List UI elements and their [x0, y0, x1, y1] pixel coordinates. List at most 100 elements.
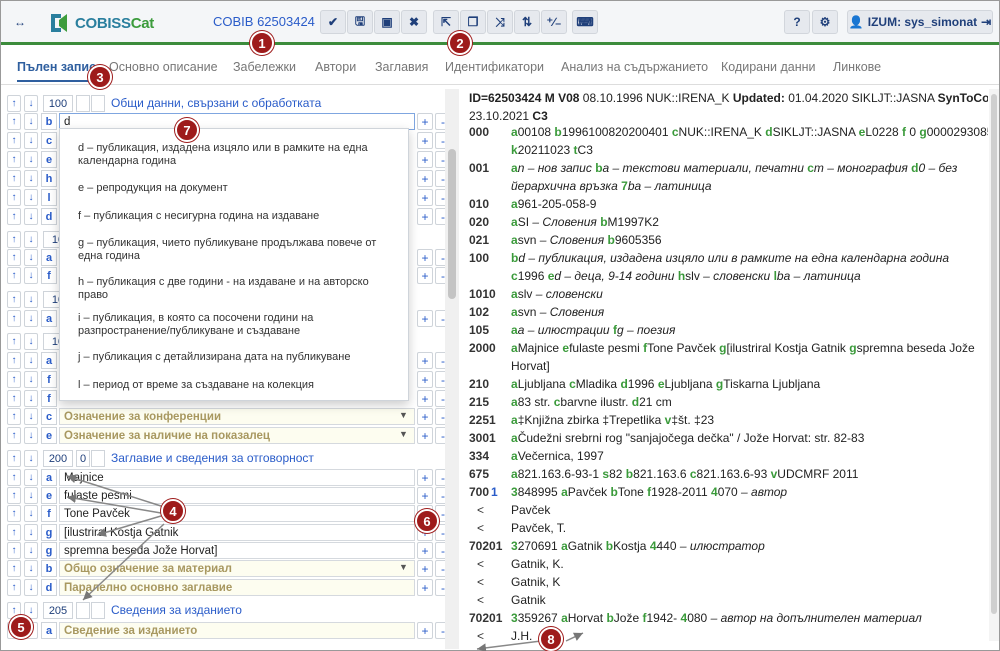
add-button[interactable]: + [417, 542, 433, 559]
dropdown-option[interactable]: i – публикация, в която са посочени годи… [78, 312, 398, 338]
move-up-icon[interactable]: ↑ [7, 427, 21, 444]
move-down-icon[interactable]: ↓ [24, 524, 38, 541]
move-down-icon[interactable]: ↓ [24, 170, 38, 187]
move-down-icon[interactable]: ↓ [24, 333, 38, 350]
indicator-2[interactable] [91, 450, 105, 467]
move-up-icon[interactable]: ↑ [7, 267, 21, 284]
dropdown-option[interactable]: j – публикация с детайлизирана дата на п… [78, 351, 398, 364]
material-designation-select[interactable]: Общо означение за материал [59, 560, 415, 577]
dropdown-option[interactable]: f – публикация с несигурна година на изд… [78, 210, 398, 223]
move-down-icon[interactable]: ↓ [24, 231, 38, 248]
dropdown-option[interactable]: e – репродукция на документ [78, 182, 398, 195]
move-up-icon[interactable]: ↑ [7, 231, 21, 248]
tab-content-analysis[interactable]: Анализ на съдържанието [561, 60, 708, 74]
expand-icon[interactable]: ↔ [5, 10, 35, 34]
keyboard-icon[interactable]: ⌨ [572, 10, 598, 34]
add-button[interactable]: + [417, 560, 433, 577]
add-button[interactable]: + [417, 151, 433, 168]
move-down-icon[interactable]: ↓ [24, 390, 38, 407]
indicator-1[interactable] [76, 95, 90, 112]
move-up-icon[interactable]: ↑ [7, 542, 21, 559]
move-up-icon[interactable]: ↑ [7, 151, 21, 168]
move-down-icon[interactable]: ↓ [24, 189, 38, 206]
tab-basic-description[interactable]: Основно описание [109, 60, 218, 74]
editor-scrollbar[interactable] [445, 89, 459, 649]
tab-notes[interactable]: Забележки [233, 60, 296, 74]
add-button[interactable]: + [417, 267, 433, 284]
check-icon[interactable]: ✔ [320, 10, 346, 34]
percent-icon[interactable]: ⁺∕₋ [541, 10, 567, 34]
add-button[interactable]: + [417, 622, 433, 639]
move-up-icon[interactable]: ↑ [7, 560, 21, 577]
settings-icon[interactable]: ⚙ [812, 10, 838, 34]
index-indicator-select[interactable]: Означение за наличие на показалец [59, 427, 415, 444]
subfield-value-input[interactable]: [ilustriral Kostja Gatnik [59, 524, 415, 541]
move-down-icon[interactable]: ↓ [24, 408, 38, 425]
move-down-icon[interactable]: ↓ [24, 310, 38, 327]
add-button[interactable]: + [417, 352, 433, 369]
add-button[interactable]: + [417, 390, 433, 407]
tab-identifiers[interactable]: Идентификатори [445, 60, 544, 74]
move-up-icon[interactable]: ↑ [7, 291, 21, 308]
scrollbar-thumb[interactable] [448, 149, 456, 299]
move-up-icon[interactable]: ↑ [7, 95, 21, 112]
dropdown-option[interactable]: h – публикация с две години - на издаван… [78, 276, 398, 302]
move-up-icon[interactable]: ↑ [7, 208, 21, 225]
move-up-icon[interactable]: ↑ [7, 333, 21, 350]
tab-links[interactable]: Линкове [833, 60, 881, 74]
add-button[interactable]: + [417, 579, 433, 596]
edition-statement-input[interactable]: Сведение за изданието [59, 622, 415, 639]
add-button[interactable]: + [417, 132, 433, 149]
move-down-icon[interactable]: ↓ [24, 427, 38, 444]
add-button[interactable]: + [417, 427, 433, 444]
move-down-icon[interactable]: ↓ [24, 579, 38, 596]
scrollbar-thumb[interactable] [991, 94, 997, 614]
save-as-icon[interactable]: ▣ [374, 10, 400, 34]
move-down-icon[interactable]: ↓ [24, 450, 38, 467]
indicator-1[interactable] [76, 602, 90, 619]
move-up-icon[interactable]: ↑ [7, 505, 21, 522]
shuffle-icon[interactable]: ⤨ [487, 10, 513, 34]
add-button[interactable]: + [417, 310, 433, 327]
indicator-1[interactable]: 0 [76, 450, 90, 467]
field-tag[interactable]: 205 [43, 602, 73, 619]
add-button[interactable]: + [417, 371, 433, 388]
move-up-icon[interactable]: ↑ [7, 371, 21, 388]
user-button[interactable]: 👤 IZUM: sys_simonat ⇥ [847, 10, 993, 34]
move-up-icon[interactable]: ↑ [7, 310, 21, 327]
parallel-title-input[interactable]: Паралелно основно заглавие [59, 579, 415, 596]
add-button[interactable]: + [417, 189, 433, 206]
tab-coded-data[interactable]: Кодирани данни [721, 60, 816, 74]
tab-full-record[interactable]: Пълен запис [17, 60, 97, 82]
dropdown-option[interactable]: l – период от време за създаване на коле… [78, 379, 398, 392]
move-down-icon[interactable]: ↓ [24, 371, 38, 388]
subfield-value-input[interactable]: spremna beseda Jože Horvat] [59, 542, 415, 559]
subfield-value-input[interactable]: Tone Pavček [59, 505, 415, 522]
add-button[interactable]: + [417, 208, 433, 225]
move-up-icon[interactable]: ↑ [7, 249, 21, 266]
move-up-icon[interactable]: ↑ [7, 524, 21, 541]
move-down-icon[interactable]: ↓ [24, 249, 38, 266]
field-tag[interactable]: 200 [43, 450, 73, 467]
external-link-icon[interactable]: ⇱ [433, 10, 459, 34]
move-down-icon[interactable]: ↓ [24, 542, 38, 559]
move-up-icon[interactable]: ↑ [7, 113, 21, 130]
move-down-icon[interactable]: ↓ [24, 352, 38, 369]
move-up-icon[interactable]: ↑ [7, 132, 21, 149]
move-up-icon[interactable]: ↑ [7, 408, 21, 425]
indicator-2[interactable] [91, 602, 105, 619]
add-button[interactable]: + [417, 469, 433, 486]
add-button[interactable]: + [417, 487, 433, 504]
copy-icon[interactable]: ❐ [460, 10, 486, 34]
move-down-icon[interactable]: ↓ [24, 132, 38, 149]
subfield-value-input[interactable]: Majnice [59, 469, 415, 486]
move-down-icon[interactable]: ↓ [24, 208, 38, 225]
sort-icon[interactable]: ⇅ [514, 10, 540, 34]
tab-authors[interactable]: Автори [315, 60, 356, 74]
move-down-icon[interactable]: ↓ [24, 267, 38, 284]
move-down-icon[interactable]: ↓ [24, 487, 38, 504]
move-up-icon[interactable]: ↑ [7, 579, 21, 596]
add-button[interactable]: + [417, 113, 433, 130]
move-up-icon[interactable]: ↑ [7, 487, 21, 504]
move-down-icon[interactable]: ↓ [24, 151, 38, 168]
